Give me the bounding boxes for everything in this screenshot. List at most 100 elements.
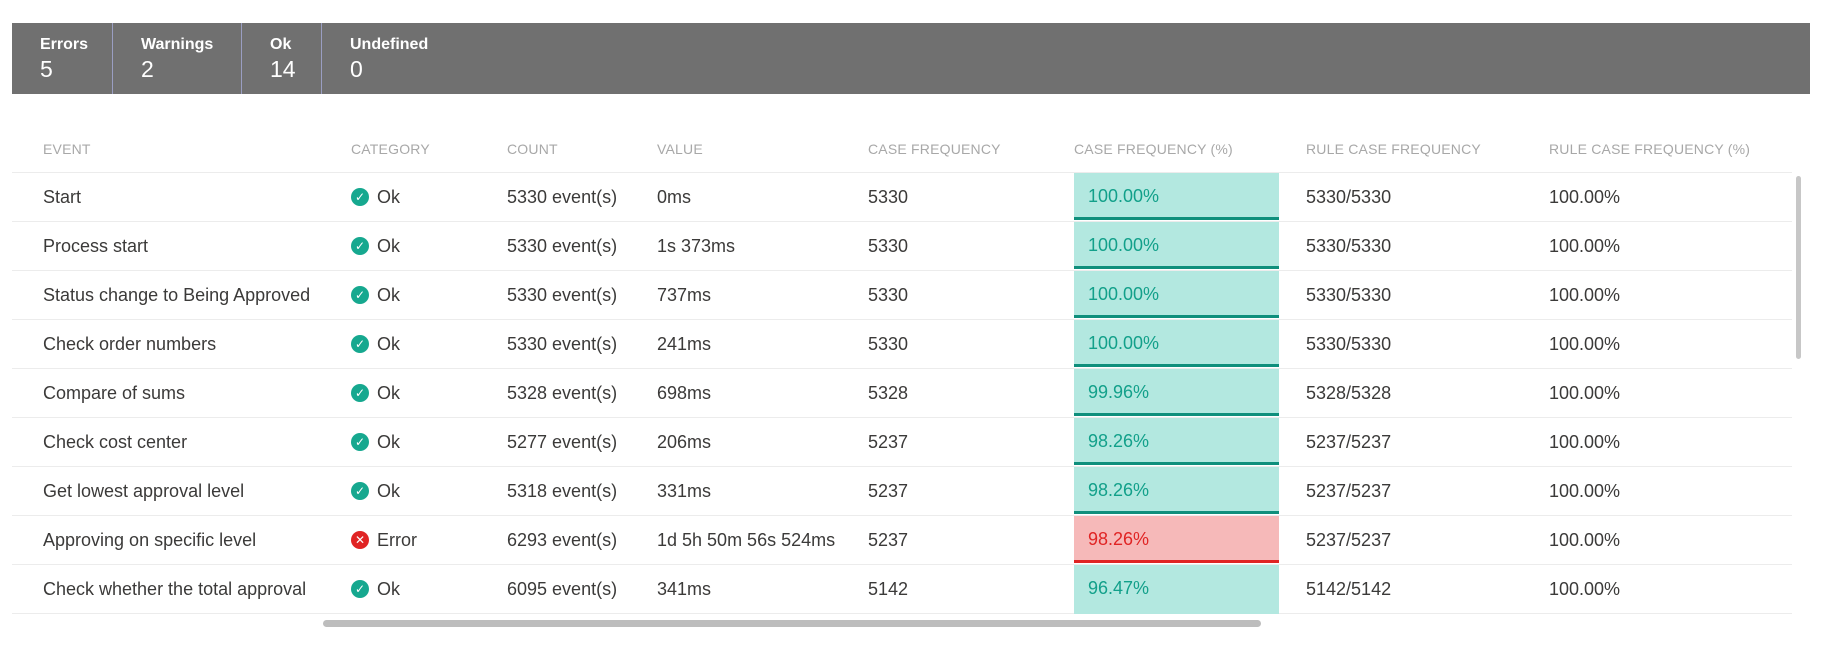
check-circle-icon: ✓ xyxy=(351,433,369,451)
event-count: 6293 event(s) xyxy=(507,530,618,550)
column-header-rule-case-frequency[interactable]: RULE CASE FREQUENCY xyxy=(1306,141,1481,157)
rule-case-frequency: 5237/5237 xyxy=(1306,530,1392,550)
case-frequency: 5330 xyxy=(868,334,909,354)
rule-case-frequency-pct: 100.00% xyxy=(1549,187,1621,207)
event-value: 341ms xyxy=(657,579,712,599)
category: ✓ Ok xyxy=(351,271,400,319)
event-name: Check cost center xyxy=(43,432,188,452)
rule-case-frequency-pct: 100.00% xyxy=(1549,383,1621,403)
case-frequency-pct: 98.26% xyxy=(1074,467,1279,514)
column-header-value[interactable]: VALUE xyxy=(657,141,703,157)
category: ✓ Ok xyxy=(351,222,400,270)
rule-case-frequency: 5330/5330 xyxy=(1306,236,1392,256)
table-row[interactable]: Get lowest approval level ✓ Ok 5318 event(s… xyxy=(12,467,1792,516)
column-header-count[interactable]: COUNT xyxy=(507,141,558,157)
case-frequency-pct: 98.26% xyxy=(1074,418,1279,465)
summary-value: 5 xyxy=(40,55,53,82)
summary-label: Errors xyxy=(40,35,89,53)
event-name: Status change to Being Approved xyxy=(43,285,311,305)
table-row[interactable]: Process start ✓ Ok 5330 event(s) 1s 373ms 533… xyxy=(12,222,1792,271)
category-label: Ok xyxy=(377,187,401,207)
event-count: 5328 event(s) xyxy=(507,383,618,403)
column-header-event[interactable]: EVENT xyxy=(43,141,91,157)
category-label: Ok xyxy=(377,432,401,452)
summary-label: Warnings xyxy=(141,35,214,53)
column-header-rule-case-frequency-pct[interactable]: RULE CASE FREQUENCY (%) xyxy=(1549,141,1750,157)
rule-case-frequency-pct: 100.00% xyxy=(1549,481,1621,501)
table-row[interactable]: Check order numbers ✓ Ok 5330 event(s) 241ms… xyxy=(12,320,1792,369)
event-name: Compare of sums xyxy=(43,383,186,403)
rule-case-frequency-pct: 100.00% xyxy=(1549,285,1621,305)
summary-value: 0 xyxy=(350,55,363,82)
check-circle-icon: ✓ xyxy=(351,384,369,402)
event-value: 737ms xyxy=(657,285,712,305)
case-frequency: 5237 xyxy=(868,432,909,452)
column-header-case-frequency-pct[interactable]: CASE FREQUENCY (%) xyxy=(1074,141,1279,157)
summary-warnings[interactable]: Warnings 2 xyxy=(113,23,242,94)
summary-ok[interactable]: Ok 14 xyxy=(242,23,322,94)
case-frequency-pct: 100.00% xyxy=(1074,222,1279,269)
event-value: 698ms xyxy=(657,383,712,403)
event-name: Get lowest approval level xyxy=(43,481,245,501)
event-count: 5277 event(s) xyxy=(507,432,618,452)
category-label: Ok xyxy=(377,481,401,501)
case-frequency: 5237 xyxy=(868,481,909,501)
check-circle-icon: ✓ xyxy=(351,237,369,255)
case-frequency: 5142 xyxy=(868,579,909,599)
case-frequency-pct: 98.26% xyxy=(1074,516,1279,563)
event-name: Approving on specific level xyxy=(43,530,257,550)
summary-undefined[interactable]: Undefined 0 xyxy=(322,23,452,94)
category-label: Ok xyxy=(377,383,401,403)
case-frequency-pct: 99.96% xyxy=(1074,369,1279,416)
category: ✓ Ok xyxy=(351,418,400,466)
summary-errors[interactable]: Errors 5 xyxy=(12,23,113,94)
partial-row-frequency-bar xyxy=(1074,608,1279,614)
category-label: Ok xyxy=(377,236,401,256)
table-row[interactable]: Start ✓ Ok 5330 event(s) 0ms 5330 100.00% 5330/… xyxy=(12,173,1792,222)
rule-case-frequency: 5330/5330 xyxy=(1306,187,1392,207)
category: ✓ Ok xyxy=(351,173,400,221)
category-label: Error xyxy=(377,530,417,550)
category-label: Ok xyxy=(377,285,401,305)
event-count: 6095 event(s) xyxy=(507,579,618,599)
table-row[interactable]: Compare of sums ✓ Ok 5328 event(s) 698ms 5328… xyxy=(12,369,1792,418)
case-frequency: 5328 xyxy=(868,383,909,403)
event-name: Check whether the total approval xyxy=(43,579,307,599)
category: ✕ Error xyxy=(351,516,417,564)
table-header: EVENT CATEGORY COUNT VALUE CASE FREQUENC… xyxy=(12,126,1792,173)
category-label: Ok xyxy=(377,334,401,354)
event-name: Check order numbers xyxy=(43,334,217,354)
event-count: 5330 event(s) xyxy=(507,334,618,354)
table-row[interactable]: Status change to Being Approved ✓ Ok 5330 e… xyxy=(12,271,1792,320)
event-value: 241ms xyxy=(657,334,712,354)
x-circle-icon: ✕ xyxy=(351,531,369,549)
table-row[interactable]: Approving on specific level ✕ Error 6293 ev… xyxy=(12,516,1792,565)
rule-case-frequency: 5237/5237 xyxy=(1306,432,1392,452)
vertical-scrollbar[interactable] xyxy=(1796,176,1801,359)
event-value: 331ms xyxy=(657,481,712,501)
rule-case-frequency-pct: 100.00% xyxy=(1549,236,1621,256)
rule-case-frequency-pct: 100.00% xyxy=(1549,334,1621,354)
event-value: 206ms xyxy=(657,432,712,452)
table-row[interactable]: Check cost center ✓ Ok 5277 event(s) 206ms 52… xyxy=(12,418,1792,467)
event-name: Start xyxy=(43,187,82,207)
rule-case-frequency-pct: 100.00% xyxy=(1549,432,1621,452)
event-count: 5330 event(s) xyxy=(507,187,618,207)
column-header-category[interactable]: CATEGORY xyxy=(351,141,430,157)
events-table: EVENT CATEGORY COUNT VALUE CASE FREQUENC… xyxy=(12,126,1792,614)
category: ✓ Ok xyxy=(351,369,400,417)
summary-bar: Errors 5 Warnings 2 Ok 14 Undefined 0 xyxy=(12,23,1810,94)
horizontal-scrollbar[interactable] xyxy=(323,620,1261,627)
case-frequency-pct: 96.47% xyxy=(1074,565,1279,612)
check-circle-icon: ✓ xyxy=(351,188,369,206)
column-header-case-frequency[interactable]: CASE FREQUENCY xyxy=(868,141,1001,157)
rule-case-frequency: 5330/5330 xyxy=(1306,285,1392,305)
summary-label: Ok xyxy=(270,35,292,53)
summary-value: 2 xyxy=(141,55,154,82)
rule-case-frequency: 5328/5328 xyxy=(1306,383,1392,403)
event-value: 1s 373ms xyxy=(657,236,736,256)
case-frequency: 5237 xyxy=(868,530,909,550)
case-frequency: 5330 xyxy=(868,285,909,305)
table-row[interactable]: Check whether the total approval ✓ Ok 6095 … xyxy=(12,565,1792,614)
summary-label: Undefined xyxy=(350,35,429,53)
